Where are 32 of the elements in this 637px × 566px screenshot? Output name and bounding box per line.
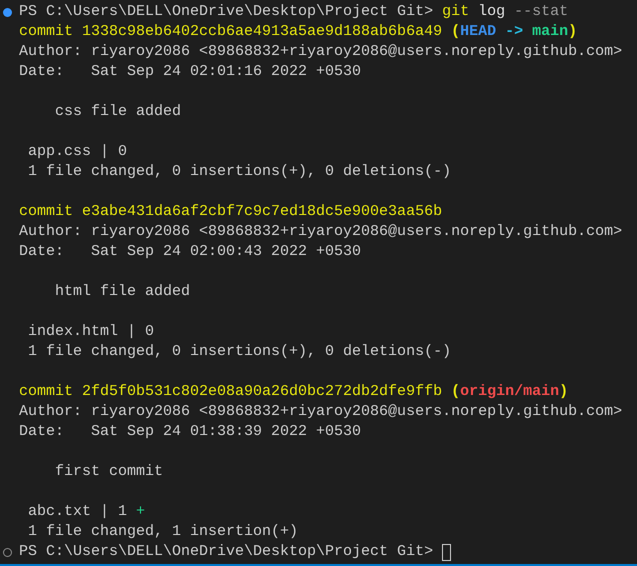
output-line: app.css | 0 [27,142,128,162]
output-line: abc.txt | 1 [27,502,128,522]
output-line: index.html | 0 [27,322,154,342]
ref-label: -> [505,22,524,42]
ref-label: ) [568,22,578,42]
commit-hash: commit 2fd5f0b531c802e08a90a26d0bc272db2dfe9ffb [19,382,442,402]
output-line: html file added [54,282,190,302]
output-line: Date: Sat Sep 24 01:38:39 2022 +0530 [19,422,362,442]
command-word: git [442,2,470,22]
output-line: Author: riyaroy2086 <89868832+riyaroy2086@users.noreply.github.com> [19,42,622,62]
ref-label: ( [451,382,460,402]
commit-hash: commit 1338c98eb6402ccb6ae4913a5ae9d188ab6b6a49 [19,22,442,42]
output-line: Date: Sat Sep 24 02:00:43 2022 +0530 [19,242,362,262]
output-line: 1 file changed, 0 insertions(+), 0 deletions(-) [27,162,452,182]
prompt-path: PS C:\Users\DELL\OneDrive\Desktop\Project Git> [19,542,434,562]
ref-label: ( [451,22,460,42]
output-line: Author: riyaroy2086 <89868832+riyaroy2086@users.noreply.github.com> [19,402,622,422]
prompt-path: PS C:\Users\DELL\OneDrive\Desktop\Project Git> [19,2,434,22]
output-line: Date: Sat Sep 24 02:01:16 2022 +0530 [19,62,362,82]
ref-label: main [532,22,568,42]
ref-label: ) [559,382,568,402]
command-word: --stat [514,2,568,22]
ref-label: origin/main [460,382,560,402]
output-line: 1 file changed, 1 insertion(+) [27,522,298,542]
output-line: 1 file changed, 0 insertions(+), 0 deletions(-) [27,342,452,362]
command-word: log [478,2,506,22]
ref-label: HEAD [460,22,496,42]
insertion-mark: + [136,502,146,522]
output-line: Author: riyaroy2086 <89868832+riyaroy2086@users.noreply.github.com> [19,222,622,242]
output-line: first commit [54,462,164,482]
output-line: css file added [54,102,182,122]
commit-hash: commit e3abe431da6af2cbf7c9c7ed18dc5e900e3aa56b [19,202,442,222]
